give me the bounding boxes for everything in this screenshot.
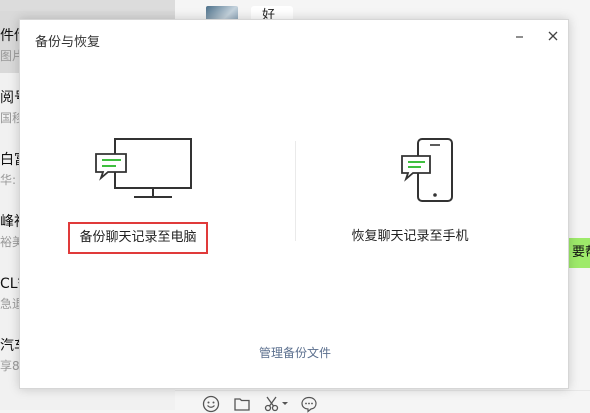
chat-bubble-icon[interactable] xyxy=(300,395,318,413)
chevron-down-icon[interactable] xyxy=(281,395,289,413)
backup-to-pc-label: 备份聊天记录至电脑 xyxy=(68,222,208,254)
sent-message-bubble: 要帮 xyxy=(568,238,590,268)
backup-to-pc-option[interactable]: 备份聊天记录至电脑 xyxy=(68,136,210,256)
dialog-title: 备份与恢复 xyxy=(35,35,101,50)
folder-icon[interactable] xyxy=(233,395,251,413)
restore-to-phone-option[interactable]: 恢复聊天记录至手机 xyxy=(340,136,480,256)
backup-restore-dialog: 备份与恢复 备份聊天记录至电脑 恢复聊天记录至手机 管理备份文件 xyxy=(19,19,569,389)
minimize-icon[interactable] xyxy=(510,26,530,46)
manage-backup-files-link[interactable]: 管理备份文件 xyxy=(20,344,570,361)
scissors-icon[interactable] xyxy=(263,395,281,413)
phone-with-chat-icon xyxy=(401,138,453,202)
restore-to-phone-label: 恢复聊天记录至手机 xyxy=(351,229,469,244)
chat-list-top-strip xyxy=(0,0,175,11)
emoji-icon[interactable] xyxy=(202,395,220,413)
chat-list-item-preview: 华: xyxy=(0,173,17,187)
chat-list-item-preview: 享8 xyxy=(0,359,20,373)
chat-toolbar xyxy=(175,390,590,413)
close-icon[interactable] xyxy=(543,26,563,46)
divider xyxy=(295,141,296,241)
monitor-with-chat-icon xyxy=(95,138,192,198)
